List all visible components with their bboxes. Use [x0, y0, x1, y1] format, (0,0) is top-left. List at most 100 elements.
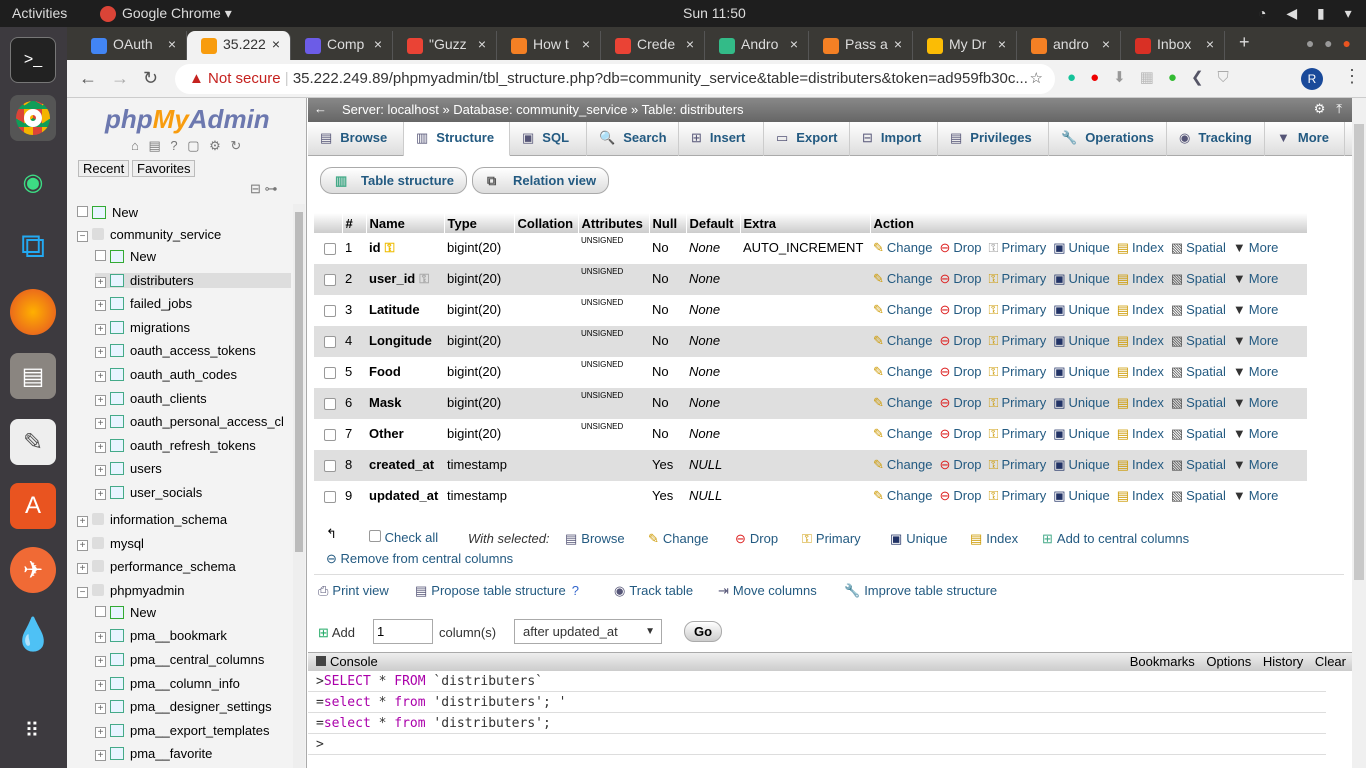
- row-checkbox[interactable]: [314, 233, 342, 264]
- action-unique[interactable]: ▣ Unique: [1053, 457, 1110, 472]
- action-index[interactable]: ▤ Index: [1117, 302, 1164, 317]
- action-index[interactable]: ▤ Index: [1117, 333, 1164, 348]
- settings-gear-icon[interactable]: ⚙ ⤒: [1314, 101, 1342, 117]
- action-unique[interactable]: ▣ Unique: [1053, 240, 1110, 255]
- action-index[interactable]: ▤ Index: [1117, 395, 1164, 410]
- action-more[interactable]: ▼ More: [1233, 364, 1279, 379]
- chrome-dock-icon[interactable]: [10, 95, 56, 141]
- console-line[interactable]: >: [308, 734, 1326, 755]
- nav-tree-item[interactable]: + oauth_clients: [95, 391, 207, 406]
- action-drop[interactable]: ⊖ Drop: [939, 333, 981, 348]
- action-drop[interactable]: ⊖ Drop: [939, 488, 981, 503]
- collapse-nav-icon[interactable]: ←: [314, 101, 327, 116]
- browser-tab[interactable]: My Dr ×: [913, 31, 1017, 60]
- console-line[interactable]: >SELECT * FROM `distributers`: [308, 671, 1326, 692]
- mysql-workbench-icon[interactable]: 💧: [10, 611, 56, 657]
- action-change[interactable]: ✎ Change: [873, 426, 932, 441]
- action-spatial[interactable]: ▧ Spatial: [1171, 271, 1226, 286]
- action-more[interactable]: ▼ More: [1233, 395, 1279, 410]
- bulk-drop[interactable]: ⊖ Drop: [735, 531, 778, 547]
- row-checkbox[interactable]: [314, 481, 342, 512]
- check-all[interactable]: Check all: [369, 530, 438, 545]
- help-icon[interactable]: ?: [572, 583, 579, 598]
- app-menu[interactable]: Google Chrome ▾: [122, 5, 232, 22]
- bulk-index[interactable]: ▤ Index: [970, 531, 1018, 547]
- favorites-button[interactable]: Favorites: [132, 160, 196, 177]
- tab-tracking[interactable]: ◉ Tracking: [1167, 122, 1265, 156]
- address-bar[interactable]: ▲ Not secure | 35.222.249.89/phpmyadmin/…: [175, 64, 1055, 94]
- action-index[interactable]: ▤ Index: [1117, 240, 1164, 255]
- column-position-select[interactable]: after updated_at ▼: [514, 619, 662, 644]
- action-index[interactable]: ▤ Index: [1117, 364, 1164, 379]
- tab-import[interactable]: ⊟ Import: [850, 122, 938, 156]
- menu-icon[interactable]: ⋮: [1343, 66, 1361, 87]
- firefox-icon[interactable]: [10, 289, 56, 335]
- improve-table-structure-link[interactable]: 🔧 Improve table structure: [844, 583, 997, 599]
- nav-tree-item[interactable]: − phpmyadmin: [77, 583, 184, 598]
- action-drop[interactable]: ⊖ Drop: [939, 395, 981, 410]
- action-change[interactable]: ✎ Change: [873, 271, 932, 286]
- extension-icons[interactable]: ●●⬇▦●❮⛉: [1067, 68, 1243, 86]
- action-spatial[interactable]: ▧ Spatial: [1171, 240, 1226, 255]
- action-spatial[interactable]: ▧ Spatial: [1171, 302, 1226, 317]
- nav-tree-item[interactable]: + users: [95, 461, 162, 477]
- action-index[interactable]: ▤ Index: [1117, 271, 1164, 286]
- action-primary[interactable]: ⚿ Primary: [989, 302, 1047, 317]
- action-spatial[interactable]: ▧ Spatial: [1171, 457, 1226, 472]
- print-view-link[interactable]: ⎙ Print view: [318, 583, 389, 599]
- tab-operations[interactable]: 🔧 Operations: [1049, 122, 1167, 156]
- table-structure-button[interactable]: ▥ Table structure: [320, 167, 467, 194]
- browser-tab[interactable]: andro ×: [1017, 31, 1121, 60]
- nav-tree-item[interactable]: + pma__designer_settings: [95, 699, 272, 715]
- bulk-browse[interactable]: ▤ Browse: [565, 531, 625, 547]
- action-primary[interactable]: ⚿ Primary: [989, 333, 1047, 348]
- nav-tree-item[interactable]: + information_schema: [77, 512, 227, 527]
- tab-export[interactable]: ▭ Export: [764, 122, 850, 156]
- new-tab-icon[interactable]: +: [1239, 32, 1250, 53]
- action-index[interactable]: ▤ Index: [1117, 426, 1164, 441]
- main-scrollbar[interactable]: [1352, 98, 1366, 768]
- action-unique[interactable]: ▣ Unique: [1053, 426, 1110, 441]
- action-index[interactable]: ▤ Index: [1117, 488, 1164, 503]
- nav-tree-item[interactable]: + oauth_personal_access_cl: [95, 414, 284, 430]
- console-bar[interactable]: Console Bookmarks Options History Clear: [308, 653, 1352, 671]
- nav-tree-item[interactable]: + pma__bookmark: [95, 628, 227, 644]
- reload-icon[interactable]: ↻: [143, 68, 158, 89]
- action-more[interactable]: ▼ More: [1233, 488, 1279, 503]
- action-drop[interactable]: ⊖ Drop: [939, 302, 981, 317]
- nav-tree-item[interactable]: + distributers: [95, 272, 291, 288]
- tab-structure[interactable]: ▥ Structure: [404, 122, 510, 156]
- tab-insert[interactable]: ⊞ Insert: [679, 122, 764, 156]
- action-more[interactable]: ▼ More: [1233, 426, 1279, 441]
- row-checkbox[interactable]: [314, 295, 342, 326]
- action-drop[interactable]: ⊖ Drop: [939, 364, 981, 379]
- nav-tree-item[interactable]: + migrations: [95, 320, 190, 335]
- console-options[interactable]: Options: [1206, 654, 1251, 669]
- bulk-change[interactable]: ✎ Change: [648, 531, 708, 547]
- remove-central-columns-link[interactable]: ⊖ Remove from central columns: [326, 551, 513, 567]
- text-editor-icon[interactable]: ✎: [10, 419, 56, 465]
- action-spatial[interactable]: ▧ Spatial: [1171, 395, 1226, 410]
- tab-close-icon[interactable]: ×: [790, 36, 798, 52]
- tab-close-icon[interactable]: ×: [478, 36, 486, 52]
- nav-tree-item[interactable]: New: [77, 205, 138, 220]
- tab-close-icon[interactable]: ×: [1206, 36, 1214, 52]
- row-checkbox[interactable]: [314, 357, 342, 388]
- action-drop[interactable]: ⊖ Drop: [939, 457, 981, 472]
- console-title[interactable]: Console: [330, 654, 378, 669]
- nav-tree-item[interactable]: + oauth_refresh_tokens: [95, 438, 256, 453]
- tab-close-icon[interactable]: ×: [894, 36, 902, 52]
- add-column-count-input[interactable]: [373, 619, 433, 644]
- browser-tab[interactable]: Andro ×: [705, 31, 809, 60]
- tab-close-icon[interactable]: ×: [998, 36, 1006, 52]
- action-spatial[interactable]: ▧ Spatial: [1171, 364, 1226, 379]
- action-unique[interactable]: ▣ Unique: [1053, 395, 1110, 410]
- tab-close-icon[interactable]: ×: [374, 36, 382, 52]
- not-secure-label[interactable]: Not secure: [208, 70, 281, 87]
- action-change[interactable]: ✎ Change: [873, 395, 932, 410]
- bulk-add-to-central-columns[interactable]: ⊞ Add to central columns: [1042, 531, 1189, 547]
- browser-tab[interactable]: How t ×: [497, 31, 601, 60]
- postman-icon[interactable]: ✈: [10, 547, 56, 593]
- action-unique[interactable]: ▣ Unique: [1053, 302, 1110, 317]
- browser-tab[interactable]: 35.222 ×: [187, 31, 291, 60]
